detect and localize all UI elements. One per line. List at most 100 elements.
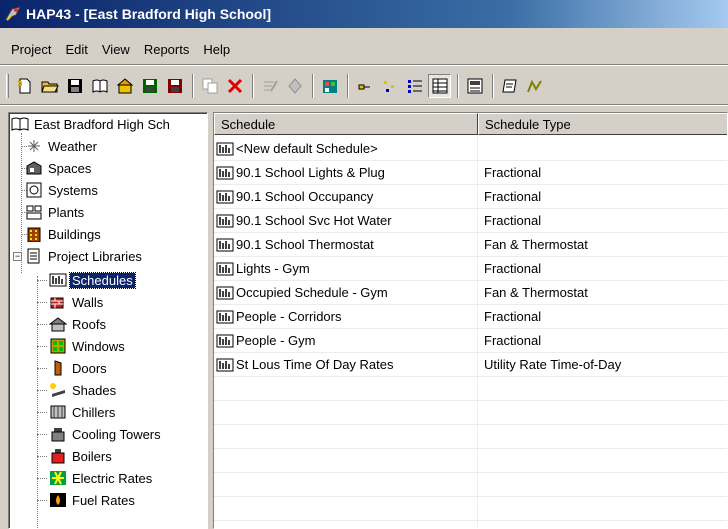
spaces-icon	[25, 160, 43, 176]
toolbar-grip[interactable]	[6, 74, 9, 98]
list-item[interactable]: People - Corridors Fractional	[214, 305, 727, 329]
tree-line	[37, 346, 47, 347]
small-icons-icon[interactable]	[378, 74, 401, 98]
save-icon[interactable]	[63, 74, 86, 98]
report-icon[interactable]	[498, 74, 521, 98]
schedule-icon	[216, 285, 234, 301]
schedule-type: Fractional	[484, 261, 542, 276]
tree-item-spaces[interactable]: Spaces	[21, 157, 93, 179]
schedule-list[interactable]: Schedule Schedule Type <New default Sche…	[213, 112, 728, 529]
tree-item-doors[interactable]: Doors	[37, 357, 109, 379]
schedule-type: Fan & Thermostat	[484, 285, 588, 300]
menu-help[interactable]: Help	[196, 42, 237, 57]
archive-icon[interactable]	[113, 74, 136, 98]
tree-item-buildings[interactable]: Buildings	[21, 223, 103, 245]
tree-item-electric-rates[interactable]: Electric Rates	[37, 467, 154, 489]
tree-line	[37, 324, 47, 325]
tree-label: Fuel Rates	[72, 492, 135, 508]
schedule-type: Fractional	[484, 165, 542, 180]
tree-item-schedules[interactable]: Schedules	[37, 269, 136, 291]
menu-edit[interactable]: Edit	[58, 42, 94, 57]
menu-project[interactable]: Project	[4, 42, 58, 57]
tree-item-weather[interactable]: Weather	[21, 135, 99, 157]
tree-line	[37, 434, 47, 435]
schedule-type: Fractional	[484, 333, 542, 348]
list-item-empty	[214, 425, 727, 449]
chart-icon[interactable]	[523, 74, 546, 98]
schedule-icon	[216, 141, 234, 157]
column-header-schedule-type[interactable]: Schedule Type	[478, 113, 727, 135]
schedules-icon	[49, 272, 67, 288]
tree-item-shades[interactable]: Shades	[37, 379, 118, 401]
list-view-icon[interactable]	[403, 74, 426, 98]
schedule-icon	[216, 309, 234, 325]
project-tree[interactable]: East Bradford High Sch Weather Spaces Sy…	[8, 112, 208, 529]
tree-item-roofs[interactable]: Roofs	[37, 313, 108, 335]
schedule-icon	[216, 213, 234, 229]
schedule-name: 90.1 School Lights & Plug	[236, 165, 385, 180]
tree-item-fuel-rates[interactable]: Fuel Rates	[37, 489, 137, 511]
tree-item-plants[interactable]: Plants	[21, 201, 86, 223]
copy-icon[interactable]	[198, 74, 221, 98]
tree-item-walls[interactable]: Walls	[37, 291, 105, 313]
schedule-name: <New default Schedule>	[236, 141, 378, 156]
tree-line	[37, 500, 47, 501]
edit-disabled-icon[interactable]	[258, 74, 281, 98]
list-item[interactable]: People - Gym Fractional	[214, 329, 727, 353]
delete-icon[interactable]	[223, 74, 246, 98]
menu-reports[interactable]: Reports	[137, 42, 197, 57]
doors-icon	[49, 360, 67, 376]
tree-root[interactable]: East Bradford High Sch	[11, 113, 172, 135]
tree-item-systems[interactable]: Systems	[21, 179, 100, 201]
project-book-icon	[11, 116, 29, 132]
large-icons-icon[interactable]	[353, 74, 376, 98]
schedule-icon	[216, 165, 234, 181]
tree-line	[37, 478, 47, 479]
menu-view[interactable]: View	[95, 42, 137, 57]
toolbar-separator	[492, 74, 494, 98]
schedule-name: People - Corridors	[236, 309, 342, 324]
tree-root-label: East Bradford High Sch	[34, 116, 170, 132]
list-item[interactable]: Occupied Schedule - Gym Fan & Thermostat	[214, 281, 727, 305]
tree-line	[37, 368, 47, 369]
schedule-type: Utility Rate Time-of-Day	[484, 357, 622, 372]
building-wizard-icon[interactable]	[318, 74, 341, 98]
tree-line	[37, 456, 47, 457]
tree-item-boilers[interactable]: Boilers	[37, 445, 114, 467]
hap-app-icon[interactable]	[4, 5, 22, 23]
library-book-icon[interactable]	[88, 74, 111, 98]
tree-item-chillers[interactable]: Chillers	[37, 401, 117, 423]
list-item[interactable]: St Lous Time Of Day Rates Utility Rate T…	[214, 353, 727, 377]
toolbar-separator	[457, 74, 459, 98]
toolbar-separator	[347, 74, 349, 98]
details-view-icon[interactable]	[428, 74, 451, 98]
list-item-empty	[214, 473, 727, 497]
title-bar[interactable]: HAP43 - [East Bradford High School]	[0, 0, 728, 28]
column-header-label: Schedule Type	[485, 116, 571, 132]
column-header-schedule[interactable]: Schedule	[214, 113, 478, 135]
calculator-icon[interactable]	[463, 74, 486, 98]
list-item[interactable]: 90.1 School Lights & Plug Fractional	[214, 161, 727, 185]
diamond-disabled-icon[interactable]	[283, 74, 306, 98]
list-item-empty	[214, 497, 727, 521]
new-project-icon[interactable]	[13, 74, 36, 98]
systems-icon	[25, 182, 43, 198]
list-item[interactable]: 90.1 School Svc Hot Water Fractional	[214, 209, 727, 233]
floppy-red-icon[interactable]	[163, 74, 186, 98]
tree-line	[37, 302, 47, 303]
library-icon	[25, 248, 43, 264]
save-as-icon[interactable]	[138, 74, 161, 98]
tree-item-project-libraries[interactable]: − Project Libraries	[13, 245, 144, 267]
list-item[interactable]: Lights - Gym Fractional	[214, 257, 727, 281]
cooling-towers-icon	[49, 426, 67, 442]
tree-item-cooling-towers[interactable]: Cooling Towers	[37, 423, 163, 445]
collapse-icon[interactable]: −	[13, 251, 22, 261]
schedule-type: Fractional	[484, 189, 542, 204]
plants-icon	[25, 204, 43, 220]
list-item[interactable]: 90.1 School Thermostat Fan & Thermostat	[214, 233, 727, 257]
open-folder-icon[interactable]	[38, 74, 61, 98]
schedule-icon	[216, 189, 234, 205]
list-item[interactable]: <New default Schedule>	[214, 137, 727, 161]
list-item[interactable]: 90.1 School Occupancy Fractional	[214, 185, 727, 209]
tree-item-windows[interactable]: Windows	[37, 335, 127, 357]
